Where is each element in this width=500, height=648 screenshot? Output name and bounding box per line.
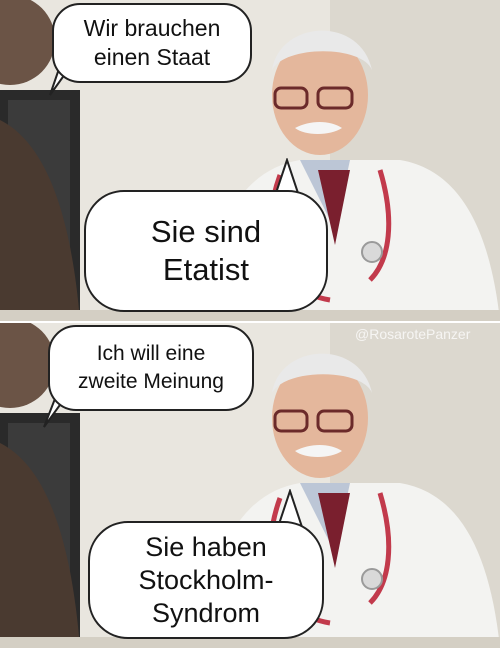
bubble-text-line: zweite Meinung <box>78 370 224 393</box>
meme-panel-top: Wir brauchen einen Staat Sie sind Etatis… <box>0 0 500 321</box>
bubble-text-line: Stockholm- <box>138 564 274 595</box>
bubble-text-line: Sie haben <box>145 531 267 562</box>
doctor-speech-bubble: Sie sind Etatist <box>84 190 328 312</box>
patient-speech-bubble: Wir brauchen einen Staat <box>52 3 252 83</box>
bubble-text-line: Syndrom <box>151 597 261 628</box>
bubble-text-line: Wir brauchen <box>83 15 221 41</box>
watermark: @RosarotePanzer <box>355 326 471 342</box>
meme-panel-bottom: Ich will eine zweite Meinung Sie haben S… <box>0 323 500 648</box>
doctor-speech-bubble: Sie haben Stockholm- Syndrom <box>88 521 324 639</box>
bubble-text-line: einen Staat <box>93 44 211 70</box>
bubble-text-line: Ich will eine <box>96 342 206 365</box>
patient-speech-bubble: Ich will eine zweite Meinung <box>48 325 254 411</box>
bubble-text-line: Sie sind <box>150 214 262 249</box>
bubble-text-line: Etatist <box>162 252 250 287</box>
